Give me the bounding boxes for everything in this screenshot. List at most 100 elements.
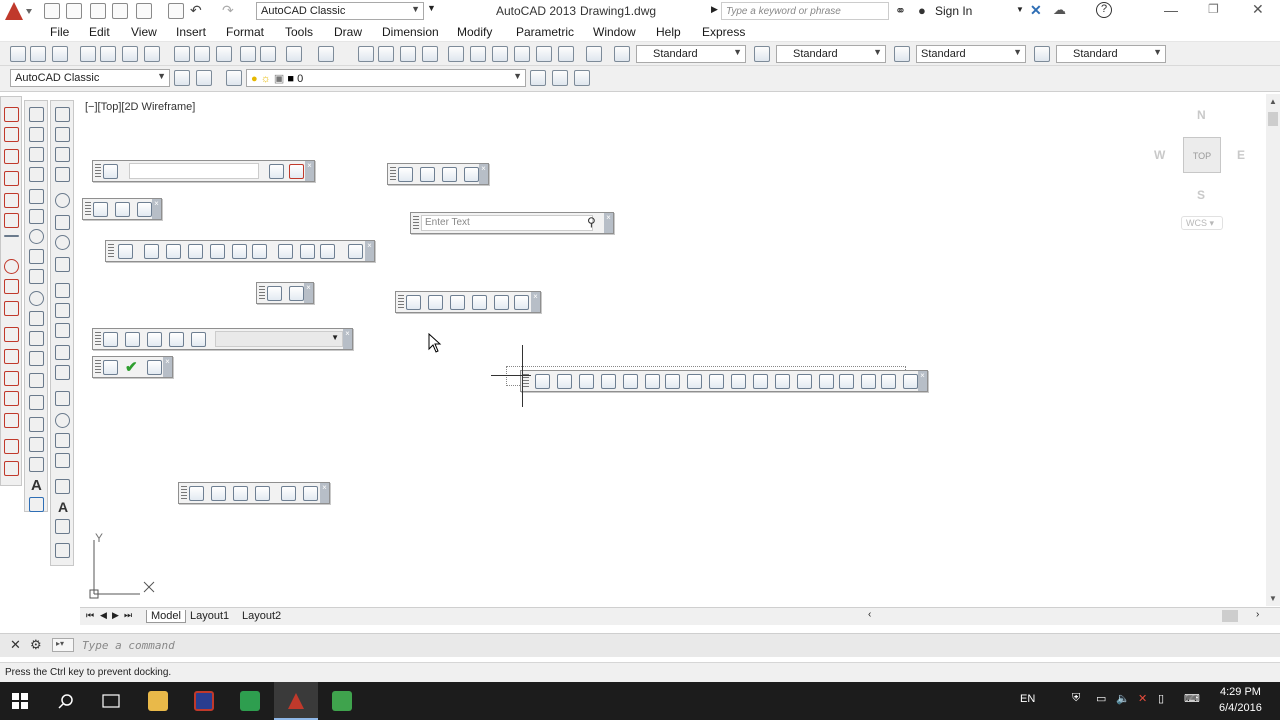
- pan-icon[interactable]: [358, 46, 374, 62]
- cut-icon[interactable]: [174, 46, 190, 62]
- compass-west[interactable]: W: [1154, 148, 1165, 162]
- tolerance-icon[interactable]: [55, 391, 70, 406]
- paste-icon[interactable]: [216, 46, 232, 62]
- radius-dim-icon[interactable]: [55, 193, 70, 208]
- showmotion-icon[interactable]: [169, 332, 184, 347]
- ellipse-icon[interactable]: [29, 291, 44, 306]
- frames-icon[interactable]: [320, 244, 335, 259]
- save-icon[interactable]: [90, 3, 106, 19]
- quickcalc-icon[interactable]: [558, 46, 574, 62]
- join-icon[interactable]: [819, 374, 834, 389]
- menu-window[interactable]: Window: [593, 25, 636, 39]
- mirror-icon[interactable]: [579, 374, 594, 389]
- scroll-down-icon[interactable]: ▼: [1269, 594, 1277, 603]
- text-style-icon[interactable]: [614, 46, 630, 62]
- prev-tab-icon[interactable]: ◀: [100, 610, 107, 621]
- erase-icon[interactable]: [535, 374, 550, 389]
- close-icon[interactable]: ×: [531, 292, 540, 312]
- group-icon[interactable]: [93, 202, 108, 217]
- undo-icon[interactable]: ↶: [190, 2, 202, 19]
- spline-icon[interactable]: [29, 269, 44, 284]
- fillet-icon[interactable]: [861, 374, 876, 389]
- remove-viewport-icon[interactable]: [289, 164, 304, 179]
- radial-constraint-icon[interactable]: [494, 295, 509, 310]
- properties-icon[interactable]: [448, 46, 464, 62]
- rectangle-icon[interactable]: [29, 189, 44, 204]
- viewport-controls[interactable]: [−][Top][2D Wireframe]: [85, 101, 195, 113]
- ellipse-arc-icon[interactable]: [4, 349, 19, 364]
- file-explorer-icon[interactable]: [148, 691, 168, 711]
- zoom-previous-icon[interactable]: [422, 46, 438, 62]
- blend-curves-icon[interactable]: [881, 374, 896, 389]
- insert-block-icon[interactable]: [4, 371, 19, 386]
- group-edit-icon[interactable]: [137, 202, 152, 217]
- save-as-icon[interactable]: [112, 3, 128, 19]
- bring-above-icon[interactable]: [233, 486, 248, 501]
- command-prompt-icon[interactable]: ▸▾: [52, 638, 74, 652]
- send-under-icon[interactable]: [255, 486, 270, 501]
- autodesk360-icon[interactable]: ☁: [1053, 2, 1066, 18]
- workspace-toolbar-select[interactable]: AutoCAD Classic ▼: [10, 69, 170, 87]
- grip-icon[interactable]: [95, 360, 101, 374]
- zoom-icon[interactable]: [125, 332, 140, 347]
- windows-start-icon[interactable]: [12, 693, 28, 709]
- close-button[interactable]: ✕: [1252, 1, 1264, 18]
- next-tab-icon[interactable]: ▶: [112, 610, 119, 621]
- grip-icon[interactable]: [95, 332, 101, 346]
- save-changes-icon[interactable]: ✔: [125, 358, 138, 376]
- single-viewport-icon[interactable]: [269, 164, 284, 179]
- grip-icon[interactable]: [85, 202, 91, 216]
- close-icon[interactable]: ×: [304, 283, 313, 303]
- customize-icon[interactable]: [196, 70, 212, 86]
- notification-icon[interactable]: ▯: [1158, 692, 1164, 705]
- walk-icon[interactable]: [191, 332, 206, 347]
- tool-palettes-icon[interactable]: [492, 46, 508, 62]
- diameter-dim-icon[interactable]: [55, 235, 70, 250]
- grip-icon[interactable]: [181, 486, 187, 500]
- battery-icon[interactable]: ▭: [1096, 692, 1106, 705]
- qat-dropdown-icon[interactable]: ▼: [427, 3, 436, 13]
- workspace-settings-icon[interactable]: [174, 70, 190, 86]
- region-icon[interactable]: [29, 437, 44, 452]
- send-to-back-icon[interactable]: [211, 486, 226, 501]
- continue-dim-icon[interactable]: [55, 323, 70, 338]
- redo-icon[interactable]: ↷: [222, 2, 234, 19]
- viewport-scale-input[interactable]: [129, 163, 259, 179]
- named-view-select[interactable]: ▼: [215, 331, 343, 347]
- new-icon[interactable]: [44, 3, 60, 19]
- block-attribute-icon[interactable]: [289, 286, 304, 301]
- diameter-constraint-icon[interactable]: [514, 295, 529, 310]
- zoom-window-icon[interactable]: [400, 46, 416, 62]
- dim-edit-icon[interactable]: [55, 479, 70, 494]
- break-icon[interactable]: [797, 374, 812, 389]
- multileader-style-icon[interactable]: [1034, 46, 1050, 62]
- attach-pdf-icon[interactable]: [210, 244, 225, 259]
- jogged-linear-icon[interactable]: [55, 453, 70, 468]
- ordinate-dim-icon[interactable]: [55, 167, 70, 182]
- compass-north[interactable]: N: [1197, 108, 1206, 122]
- xbind-icon[interactable]: [300, 244, 315, 259]
- clock-date[interactable]: 6/4/2016: [1219, 702, 1262, 714]
- dim-style-select[interactable]: Standard ▼: [776, 45, 886, 63]
- horizontal-constraint-icon[interactable]: [406, 295, 421, 310]
- text-to-front-icon[interactable]: [281, 486, 296, 501]
- polygon-icon[interactable]: [29, 167, 44, 182]
- scroll-thumb[interactable]: [1222, 610, 1238, 622]
- stretch-icon[interactable]: [709, 374, 724, 389]
- area-icon[interactable]: [464, 167, 479, 182]
- multiline-text-icon[interactable]: A: [31, 477, 42, 494]
- find-text-input[interactable]: Enter Text: [421, 215, 593, 231]
- hatch-icon[interactable]: [4, 439, 19, 454]
- polyline-icon[interactable]: [29, 147, 44, 162]
- dim-style-icon[interactable]: [55, 543, 70, 558]
- text-style-select[interactable]: Standard ▼: [636, 45, 746, 63]
- undo-icon[interactable]: [286, 46, 302, 62]
- print-icon[interactable]: [168, 3, 184, 19]
- rectangle-icon[interactable]: [4, 193, 19, 208]
- camtasia-recorder-icon[interactable]: [332, 691, 352, 711]
- open-icon[interactable]: [66, 3, 82, 19]
- spline-icon[interactable]: [4, 301, 19, 316]
- aligned-constraint-icon[interactable]: [450, 295, 465, 310]
- wrench-icon[interactable]: ⚙: [30, 637, 42, 653]
- viewcube-top-face[interactable]: TOP: [1183, 137, 1221, 173]
